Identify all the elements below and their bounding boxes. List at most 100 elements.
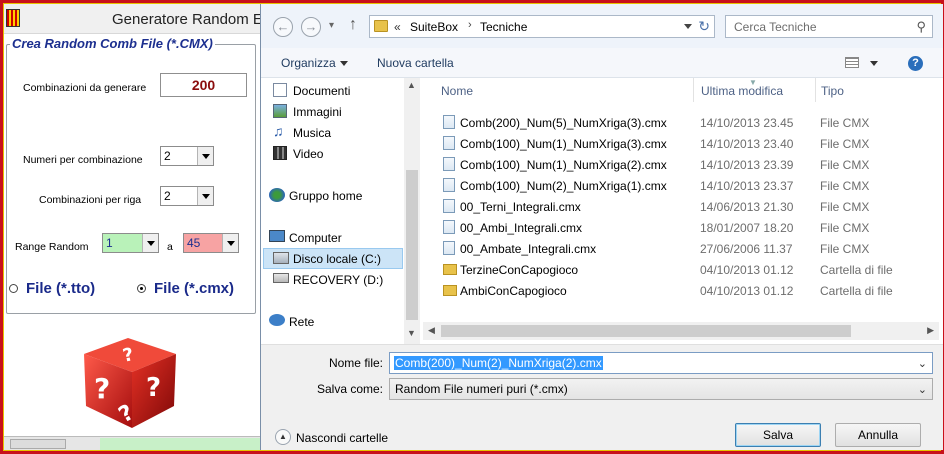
folder-icon — [443, 264, 457, 275]
filename-label: Nome file: — [328, 356, 383, 370]
documents-icon — [273, 83, 287, 97]
column-type[interactable]: Tipo — [821, 84, 844, 98]
combinations-input[interactable]: 200 — [160, 73, 247, 97]
file-modified: 04/10/2013 01.12 — [700, 263, 794, 277]
chevron-down-icon[interactable] — [340, 61, 348, 66]
cmx-file-icon — [443, 136, 455, 150]
chevron-down-icon[interactable] — [142, 234, 158, 252]
breadcrumb-suitebox[interactable]: SuiteBox — [410, 20, 458, 34]
file-name: Comb(100)_Num(1)_NumXriga(2).cmx — [460, 158, 667, 172]
sidebar-item-homegroup[interactable]: Gruppo home — [289, 186, 362, 206]
range-to-select[interactable]: 45 — [183, 233, 239, 253]
file-type: File CMX — [820, 200, 870, 214]
radio-cmx[interactable] — [137, 284, 146, 293]
svg-text:?: ? — [146, 373, 161, 403]
radio-tto-label[interactable]: File (*.tto) — [26, 280, 95, 297]
history-dropdown-icon[interactable]: ▾ — [329, 20, 334, 31]
help-icon[interactable]: ? — [908, 56, 923, 71]
radio-tto[interactable] — [9, 284, 18, 293]
scroll-down-icon[interactable]: ▼ — [407, 328, 416, 338]
navigation-scrollbar[interactable]: ▲ ▼ — [404, 78, 420, 344]
column-header: Nome ▼ Ultima modifica Tipo — [423, 78, 943, 102]
search-placeholder: Cerca Tecniche — [734, 20, 817, 34]
address-dropdown-icon[interactable] — [684, 24, 692, 29]
hide-folders-label[interactable]: Nascondi cartelle — [296, 431, 388, 445]
file-modified: 14/10/2013 23.39 — [700, 158, 794, 172]
file-row[interactable]: TerzineConCapogioco 04/10/2013 01.12 Car… — [439, 259, 939, 280]
sidebar-item-recovery[interactable]: RECOVERY (D:) — [293, 270, 383, 290]
file-type: File CMX — [820, 179, 870, 193]
combinations-label: Combinazioni da generare — [23, 82, 147, 94]
video-icon — [273, 146, 287, 160]
chevron-down-icon[interactable] — [197, 147, 213, 165]
column-divider[interactable] — [815, 78, 816, 102]
save-button[interactable]: Salva — [735, 423, 821, 447]
file-row[interactable]: 00_Ambi_Integrali.cmx 18/01/2007 18.20 F… — [439, 217, 939, 238]
sidebar-item-network[interactable]: Rete — [289, 312, 314, 332]
scroll-up-icon[interactable]: ▲ — [407, 80, 416, 90]
chevron-down-icon[interactable]: ⌄ — [918, 357, 927, 370]
file-row[interactable]: Comb(100)_Num(1)_NumXriga(3).cmx 14/10/2… — [439, 133, 939, 154]
file-row[interactable]: AmbiConCapogioco 04/10/2013 01.12 Cartel… — [439, 280, 939, 301]
cancel-button[interactable]: Annulla — [835, 423, 921, 447]
chevron-down-icon[interactable] — [870, 61, 878, 66]
up-arrow-icon[interactable]: ↑ — [349, 16, 357, 34]
new-folder-button[interactable]: Nuova cartella — [377, 56, 454, 70]
collapse-arrow-icon[interactable]: ▲ — [275, 429, 291, 445]
range-from-select[interactable]: 1 — [102, 233, 159, 253]
chevron-down-icon[interactable]: ⌄ — [918, 383, 927, 396]
column-modified[interactable]: Ultima modifica — [701, 84, 783, 98]
search-box[interactable]: Cerca Tecniche ⚲ — [725, 15, 933, 38]
cmx-file-icon — [443, 178, 455, 192]
file-row[interactable]: 00_Terni_Integrali.cmx 14/06/2013 21.30 … — [439, 196, 939, 217]
file-row[interactable]: Comb(100)_Num(2)_NumXriga(1).cmx 14/10/2… — [439, 175, 939, 196]
svg-text:?: ? — [94, 372, 110, 405]
folder-icon — [443, 285, 457, 296]
column-name[interactable]: Nome — [441, 84, 473, 98]
sidebar-item-music[interactable]: Musica — [293, 123, 331, 143]
scroll-left-icon[interactable]: ◀ — [428, 325, 435, 336]
file-type: Cartella di file — [820, 284, 893, 298]
search-icon[interactable]: ⚲ — [916, 19, 926, 35]
filename-value: Comb(200)_Num(2)_NumXriga(2).cmx — [394, 356, 603, 370]
homegroup-icon — [269, 188, 285, 202]
sidebar-item-computer[interactable]: Computer — [289, 228, 342, 248]
music-icon: ♫ — [273, 123, 284, 139]
sidebar-item-video[interactable]: Video — [293, 144, 323, 164]
column-divider[interactable] — [693, 78, 694, 102]
cmx-file-icon — [443, 241, 455, 255]
breadcrumb-separator[interactable]: › — [468, 19, 472, 31]
file-type: File CMX — [820, 221, 870, 235]
file-row[interactable]: Comb(200)_Num(5)_NumXriga(3).cmx 14/10/2… — [439, 112, 939, 133]
scroll-thumb[interactable] — [441, 325, 851, 337]
sidebar-item-pictures[interactable]: Immagini — [293, 102, 342, 122]
scroll-thumb[interactable] — [406, 170, 418, 320]
sidebar-item-documents[interactable]: Documenti — [293, 81, 350, 101]
filename-input[interactable]: Comb(200)_Num(2)_NumXriga(2).cmx ⌄ — [389, 352, 933, 374]
sidebar-item-local-disk[interactable]: Disco locale (C:) — [293, 249, 381, 269]
file-row[interactable]: Comb(100)_Num(1)_NumXriga(2).cmx 14/10/2… — [439, 154, 939, 175]
back-arrow-icon[interactable]: ← — [273, 17, 293, 37]
filetype-select[interactable]: Random File numeri puri (*.cmx) ⌄ — [389, 378, 933, 400]
file-modified: 14/10/2013 23.45 — [700, 116, 794, 130]
address-bar[interactable]: « SuiteBox › Tecniche ↻ — [369, 15, 715, 38]
dialog-bottom-panel: Nome file: Comb(200)_Num(2)_NumXriga(2).… — [261, 344, 943, 450]
chevron-down-icon[interactable] — [197, 187, 213, 205]
combos-per-row-select[interactable]: 2 — [160, 186, 214, 206]
view-options-icon[interactable] — [845, 57, 859, 68]
numbers-per-combo-select[interactable]: 2 — [160, 146, 214, 166]
file-modified: 27/06/2006 11.37 — [700, 242, 793, 256]
file-row[interactable]: 00_Ambate_Integrali.cmx 27/06/2006 11.37… — [439, 238, 939, 259]
refresh-icon[interactable]: ↻ — [698, 18, 710, 35]
file-name: Comb(100)_Num(1)_NumXriga(3).cmx — [460, 137, 667, 151]
chevron-down-icon[interactable] — [222, 234, 238, 252]
scroll-right-icon[interactable]: ▶ — [927, 325, 934, 336]
forward-arrow-icon[interactable]: → — [301, 17, 321, 37]
radio-cmx-label[interactable]: File (*.cmx) — [154, 280, 234, 297]
horizontal-scrollbar[interactable]: ◀ ▶ — [423, 322, 939, 340]
breadcrumb-tecniche[interactable]: Tecniche — [480, 20, 527, 34]
left-bottom-strip — [4, 436, 260, 450]
breadcrumb-prefix[interactable]: « — [394, 20, 401, 34]
cmx-file-icon — [443, 115, 455, 129]
organize-button[interactable]: Organizza — [281, 56, 336, 70]
